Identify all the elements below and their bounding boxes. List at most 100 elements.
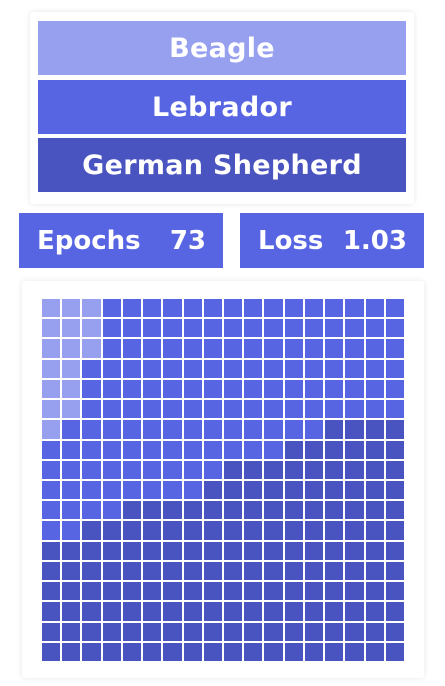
waffle-cell-german-shepherd (304, 642, 324, 661)
waffle-cell-lebrador (163, 319, 182, 338)
waffle-cell-german-shepherd (223, 460, 243, 479)
waffle-cell-german-shepherd (102, 582, 121, 601)
waffle-cell-german-shepherd (284, 480, 303, 500)
waffle-cell-german-shepherd (264, 521, 283, 540)
waffle-cell-lebrador (223, 379, 243, 399)
waffle-cell-lebrador (122, 400, 142, 419)
waffle-cell-german-shepherd (163, 602, 182, 621)
waffle-cell-lebrador (183, 440, 202, 459)
waffle-cell-lebrador (264, 379, 283, 399)
epochs-value: 73 (169, 225, 206, 256)
waffle-cell-german-shepherd (203, 521, 222, 540)
waffle-cell-beagle (62, 359, 81, 378)
waffle-cell-german-shepherd (284, 440, 303, 459)
waffle-cell-german-shepherd (284, 521, 303, 540)
waffle-cell-german-shepherd (122, 501, 142, 520)
waffle-cell-lebrador (82, 440, 101, 459)
waffle-cell-german-shepherd (345, 501, 364, 520)
waffle-cell-lebrador (284, 299, 303, 318)
waffle-cell-lebrador (345, 319, 364, 338)
waffle-cell-german-shepherd (304, 460, 324, 479)
legend-card: Beagle Lebrador German Shepherd (30, 12, 414, 204)
waffle-cell-lebrador (163, 480, 182, 500)
waffle-cell-lebrador (223, 299, 243, 318)
waffle-cell-german-shepherd (42, 622, 61, 641)
waffle-cell-lebrador (304, 359, 324, 378)
waffle-cell-german-shepherd (203, 582, 222, 601)
waffle-cell-lebrador (244, 400, 263, 419)
waffle-cell-german-shepherd (325, 642, 344, 661)
waffle-cell-lebrador (365, 400, 384, 419)
waffle-cell-lebrador (102, 359, 121, 378)
waffle-cell-german-shepherd (365, 440, 384, 459)
waffle-cell-german-shepherd (284, 582, 303, 601)
waffle-cell-german-shepherd (122, 561, 142, 581)
waffle-cell-lebrador (82, 460, 101, 479)
waffle-cell-lebrador (385, 339, 404, 358)
waffle-cell-lebrador (325, 359, 344, 378)
waffle-cell-german-shepherd (345, 561, 364, 581)
waffle-cell-lebrador (284, 319, 303, 338)
waffle-cell-german-shepherd (183, 521, 202, 540)
waffle-cell-german-shepherd (143, 582, 162, 601)
waffle-cell-german-shepherd (244, 602, 263, 621)
waffle-cell-german-shepherd (345, 420, 364, 439)
waffle-cell-german-shepherd (284, 541, 303, 560)
waffle-cell-german-shepherd (143, 622, 162, 641)
waffle-cell-german-shepherd (223, 622, 243, 641)
waffle-cell-lebrador (264, 420, 283, 439)
waffle-cell-lebrador (244, 359, 263, 378)
waffle-cell-german-shepherd (203, 561, 222, 581)
waffle-cell-beagle (42, 299, 61, 318)
loss-stat: Loss 1.03 (240, 213, 424, 268)
waffle-cell-german-shepherd (284, 561, 303, 581)
waffle-cell-lebrador (42, 460, 61, 479)
waffle-cell-lebrador (163, 460, 182, 479)
waffle-cell-lebrador (122, 339, 142, 358)
waffle-cell-lebrador (42, 501, 61, 520)
waffle-cell-german-shepherd (284, 602, 303, 621)
waffle-cell-german-shepherd (183, 622, 202, 641)
waffle-cell-lebrador (203, 379, 222, 399)
waffle-cell-lebrador (385, 379, 404, 399)
waffle-cell-german-shepherd (62, 602, 81, 621)
waffle-cell-german-shepherd (82, 582, 101, 601)
waffle-cell-german-shepherd (345, 440, 364, 459)
waffle-cell-lebrador (365, 299, 384, 318)
waffle-cell-lebrador (163, 359, 182, 378)
waffle-cell-german-shepherd (345, 642, 364, 661)
waffle-cell-german-shepherd (304, 521, 324, 540)
waffle-cell-german-shepherd (365, 642, 384, 661)
waffle-cell-german-shepherd (62, 561, 81, 581)
waffle-cell-lebrador (223, 359, 243, 378)
waffle-cell-german-shepherd (325, 501, 344, 520)
waffle-cell-lebrador (122, 420, 142, 439)
waffle-cell-german-shepherd (244, 642, 263, 661)
waffle-cell-german-shepherd (203, 642, 222, 661)
waffle-cell-lebrador (163, 299, 182, 318)
waffle-cell-lebrador (304, 400, 324, 419)
waffle-cell-german-shepherd (223, 561, 243, 581)
waffle-cell-lebrador (203, 420, 222, 439)
waffle-cell-german-shepherd (345, 622, 364, 641)
waffle-cell-lebrador (183, 359, 202, 378)
waffle-cell-german-shepherd (325, 521, 344, 540)
waffle-cell-german-shepherd (102, 541, 121, 560)
waffle-cell-german-shepherd (244, 501, 263, 520)
waffle-cell-lebrador (304, 379, 324, 399)
waffle-cell-german-shepherd (163, 642, 182, 661)
waffle-cell-german-shepherd (385, 622, 404, 641)
waffle-cell-german-shepherd (42, 582, 61, 601)
waffle-cell-german-shepherd (244, 561, 263, 581)
waffle-cell-lebrador (62, 420, 81, 439)
waffle-cell-lebrador (102, 319, 121, 338)
waffle-cell-lebrador (244, 339, 263, 358)
waffle-cell-german-shepherd (102, 622, 121, 641)
waffle-cell-german-shepherd (143, 541, 162, 560)
waffle-grid (42, 299, 404, 661)
waffle-cell-german-shepherd (385, 460, 404, 479)
waffle-cell-german-shepherd (365, 602, 384, 621)
waffle-cell-german-shepherd (163, 501, 182, 520)
waffle-cell-german-shepherd (365, 460, 384, 479)
waffle-cell-german-shepherd (284, 501, 303, 520)
